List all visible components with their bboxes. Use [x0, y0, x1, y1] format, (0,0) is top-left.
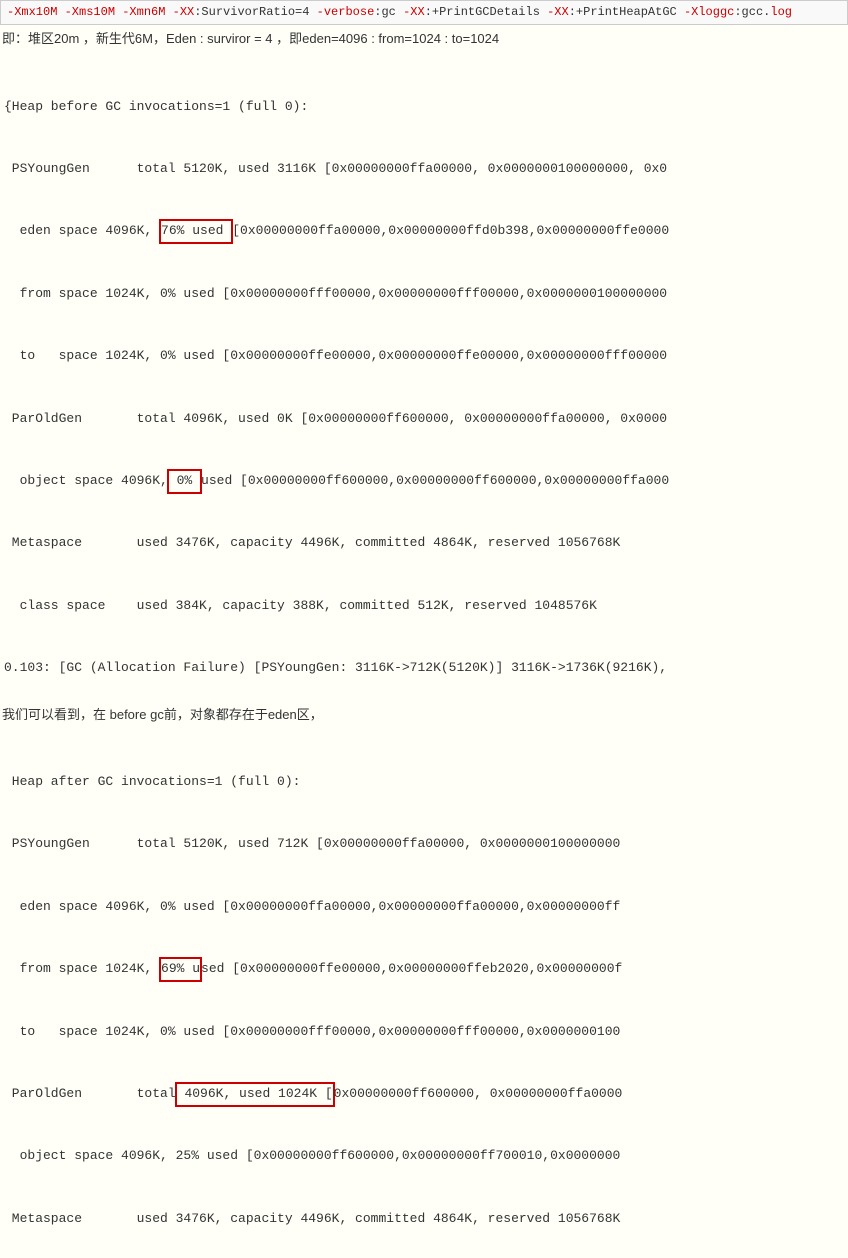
gc-log-before: {Heap before GC invocations=1 (full 0): …: [0, 54, 848, 701]
description-2: 我们可以看到，在 before gc前，对象都存在于eden区，: [0, 701, 848, 730]
log-line: PSYoungGen total 5120K, used 3116K [0x00…: [0, 159, 848, 180]
gc-log-after: Heap after GC invocations=1 (full 0): PS…: [0, 729, 848, 1258]
cmd-part-9: -Xloggc: [684, 5, 734, 19]
description-1: 即：堆区20m ，新生代6M，Eden : surviror = 4 ，即ede…: [0, 25, 848, 54]
log-line: object space 4096K, 0% used [0x00000000f…: [0, 471, 848, 492]
highlight-oldgen-usage: 0%: [167, 469, 202, 494]
log-text: from space 1024K,: [4, 961, 160, 976]
log-line: 0.103: [GC (Allocation Failure) [PSYoung…: [0, 658, 848, 679]
highlight-from-usage: 69% u: [159, 957, 202, 982]
highlight-eden-usage: 76% used: [159, 219, 233, 244]
log-line: eden space 4096K, 0% used [0x00000000ffa…: [0, 897, 848, 918]
log-line: ParOldGen total 4096K, used 0K [0x000000…: [0, 409, 848, 430]
log-line: to space 1024K, 0% used [0x00000000ffe00…: [0, 346, 848, 367]
highlight-oldgen-after: 4096K, used 1024K [: [175, 1082, 335, 1107]
cmd-part-11: log: [770, 5, 792, 19]
log-line: {Heap before GC invocations=1 (full 0):: [0, 97, 848, 118]
command-line-bar: -Xmx10M -Xms10M -Xmn6M -XX:SurvivorRatio…: [0, 0, 848, 25]
cmd-part-8: :+PrintHeapAtGC: [569, 5, 684, 19]
log-line: Heap after GC invocations=1 (full 0):: [0, 772, 848, 793]
log-line: ParOldGen total 4096K, used 1024K [0x000…: [0, 1084, 848, 1105]
log-line: class space used 384K, capacity 388K, co…: [0, 596, 848, 617]
log-text: ParOldGen total: [4, 1086, 176, 1101]
log-line: Metaspace used 3476K, capacity 4496K, co…: [0, 1209, 848, 1230]
log-line: from space 1024K, 0% used [0x00000000fff…: [0, 284, 848, 305]
log-line: Metaspace used 3476K, capacity 4496K, co…: [0, 533, 848, 554]
log-line: to space 1024K, 0% used [0x00000000fff00…: [0, 1022, 848, 1043]
log-text: object space 4096K,: [4, 473, 168, 488]
log-line: eden space 4096K, 76% used [0x00000000ff…: [0, 221, 848, 242]
cmd-part-6: :+PrintGCDetails: [425, 5, 547, 19]
log-line: PSYoungGen total 5120K, used 712K [0x000…: [0, 834, 848, 855]
log-text: sed [0x00000000ffe00000,0x00000000ffeb20…: [201, 961, 622, 976]
cmd-part-7: -XX: [547, 5, 569, 19]
log-line: from space 1024K, 69% used [0x00000000ff…: [0, 959, 848, 980]
cmd-part-2: :SurvivorRatio=4: [194, 5, 316, 19]
cmd-part-5: -XX: [403, 5, 425, 19]
log-text: used [0x00000000ff600000,0x00000000ff600…: [201, 473, 669, 488]
log-line: object space 4096K, 25% used [0x00000000…: [0, 1146, 848, 1167]
cmd-part-1: -Xmx10M -Xms10M -Xmn6M -XX: [7, 5, 194, 19]
cmd-part-4: :gc: [374, 5, 403, 19]
cmd-part-3: -verbose: [317, 5, 375, 19]
log-text: [0x00000000ffa00000,0x00000000ffd0b398,0…: [232, 223, 669, 238]
log-text: 0x00000000ff600000, 0x00000000ffa0000: [334, 1086, 623, 1101]
cmd-part-10: :gcc.: [734, 5, 770, 19]
log-text: eden space 4096K,: [4, 223, 160, 238]
